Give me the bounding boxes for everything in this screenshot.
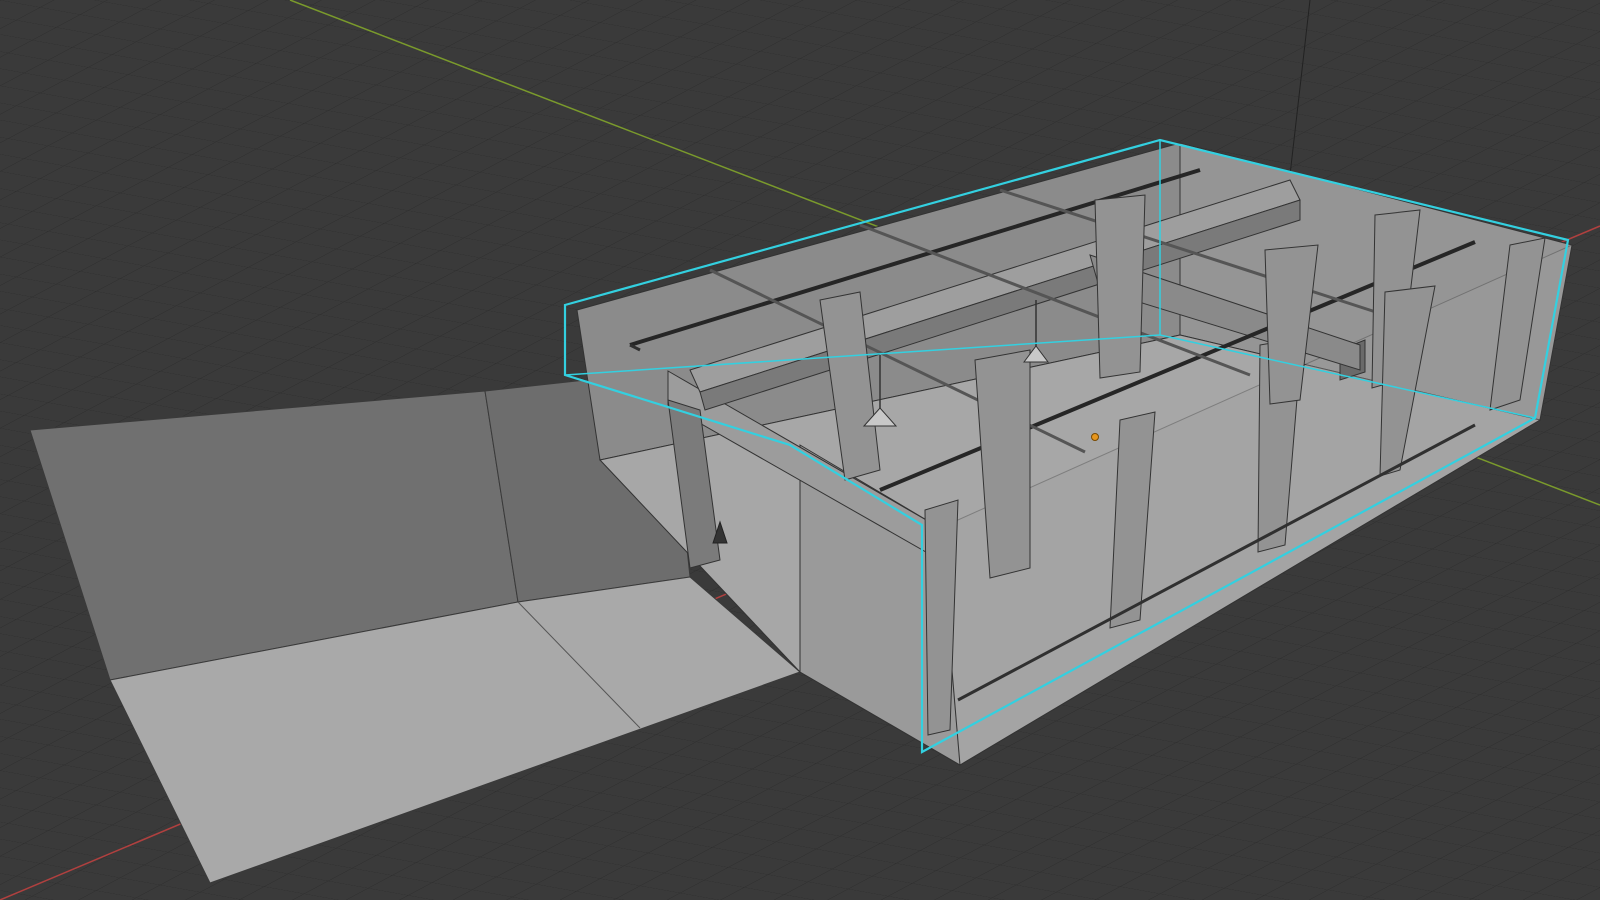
viewport-canvas[interactable] <box>0 0 1600 900</box>
origin-dot-icon[interactable] <box>1091 433 1099 441</box>
column[interactable] <box>1094 194 1146 379</box>
3d-viewport[interactable] <box>0 0 1600 900</box>
